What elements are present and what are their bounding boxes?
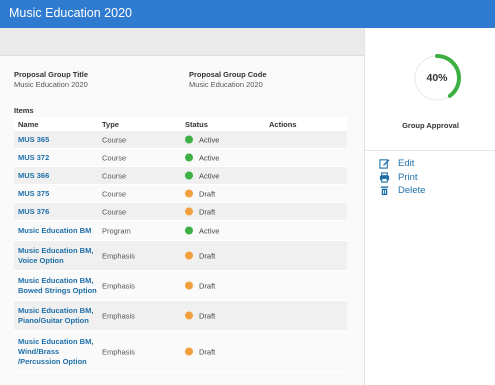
table-row: Music Education BM, Piano/Guitar Option E… [14, 301, 347, 331]
status-text: Draft [199, 281, 216, 290]
table-row: MUS 372 Course Active [14, 149, 347, 167]
divider [365, 150, 495, 151]
item-status: Active [185, 135, 219, 144]
status-dot-icon [185, 153, 193, 162]
table-row: Music Education BM, Wind/Brass /Percussi… [14, 331, 347, 373]
item-status: Active [185, 226, 219, 235]
status-dot-icon [185, 135, 193, 144]
status-text: Draft [199, 347, 216, 356]
approval-label: Group Approval [402, 121, 459, 130]
table-body: MUS 365 Course Active MUS 372 Course Active MU… [14, 131, 347, 373]
item-status: Draft [185, 311, 215, 320]
print-button[interactable]: Print [379, 172, 418, 183]
status-text: Active [199, 153, 220, 162]
table-row: MUS 365 Course Active [14, 131, 347, 149]
table-row: Music Education BM Program Active [14, 221, 347, 241]
status-dot-icon [185, 347, 193, 356]
status-text: Draft [199, 189, 216, 198]
table-row: MUS 376 Course Draft [14, 203, 347, 221]
item-name-link[interactable]: Music Education BM, Bowed Strings Option [18, 276, 98, 296]
table-row: MUS 375 Course Draft [14, 185, 347, 203]
item-name-link[interactable]: MUS 372 [18, 153, 98, 163]
item-name-link[interactable]: Music Education BM [18, 226, 98, 236]
status-dot-icon [185, 207, 193, 216]
item-status: Draft [185, 347, 215, 356]
item-name-link[interactable]: MUS 375 [18, 189, 98, 199]
status-text: Active [199, 226, 220, 235]
side-panel: 40% Group Approval Edit Print Delete [364, 28, 495, 385]
status-dot-icon [185, 251, 193, 260]
column-header-type: Type [102, 120, 119, 129]
status-dot-icon [185, 226, 193, 235]
item-type: Emphasis [102, 311, 135, 320]
item-type: Course [102, 171, 127, 180]
status-text: Draft [199, 311, 216, 320]
print-label: Print [398, 172, 418, 183]
item-status: Active [185, 153, 219, 162]
group-code-value: Music Education 2020 [189, 80, 263, 89]
item-name-link[interactable]: MUS 366 [18, 171, 98, 181]
item-name-link[interactable]: MUS 365 [18, 135, 98, 145]
delete-label: Delete [398, 185, 426, 196]
table-row: Music Education BM, Bowed Strings Option… [14, 271, 347, 301]
group-title-value: Music Education 2020 [14, 80, 88, 89]
item-type: Course [102, 189, 127, 198]
item-type: Course [102, 207, 127, 216]
item-name-link[interactable]: Music Education BM, Wind/Brass /Percussi… [18, 337, 98, 367]
status-text: Active [199, 171, 220, 180]
table-row: MUS 366 Course Active [14, 167, 347, 185]
group-title-label: Proposal Group Title [14, 70, 89, 79]
status-dot-icon [185, 171, 193, 180]
item-type: Course [102, 153, 127, 162]
item-name-link[interactable]: MUS 376 [18, 207, 98, 217]
column-header-name: Name [18, 120, 39, 129]
main-panel: Proposal Group Title Music Education 202… [0, 56, 364, 385]
status-text: Active [199, 135, 220, 144]
items-table: Name Type Status Actions MUS 365 Course Ac… [14, 117, 347, 373]
column-header-status: Status [185, 120, 208, 129]
edit-label: Edit [398, 158, 415, 169]
status-text: Draft [199, 207, 216, 216]
item-status: Draft [185, 281, 215, 290]
item-type: Emphasis [102, 251, 135, 260]
app-title: Music Education 2020 [9, 6, 132, 20]
group-code-label: Proposal Group Code [189, 70, 267, 79]
column-header-actions: Actions [269, 120, 297, 129]
item-status: Draft [185, 189, 215, 198]
item-name-link[interactable]: Music Education BM, Voice Option [18, 246, 98, 266]
top-bar: Music Education 2020 [0, 0, 495, 28]
status-dot-icon [185, 281, 193, 290]
delete-button[interactable]: Delete [379, 185, 425, 196]
item-type: Emphasis [102, 347, 135, 356]
status-text: Draft [199, 251, 216, 260]
item-type: Course [102, 135, 127, 144]
item-status: Draft [185, 251, 215, 260]
edit-icon [379, 159, 390, 169]
item-status: Active [185, 171, 219, 180]
trash-icon [380, 186, 389, 196]
item-name-link[interactable]: Music Education BM, Piano/Guitar Option [18, 306, 98, 326]
status-dot-icon [185, 189, 193, 198]
edit-button[interactable]: Edit [379, 158, 414, 169]
table-header: Name Type Status Actions [14, 117, 347, 131]
item-type: Program [102, 226, 131, 235]
printer-icon [379, 172, 390, 183]
item-type: Emphasis [102, 281, 135, 290]
item-status: Draft [185, 207, 215, 216]
items-label: Items [14, 106, 34, 115]
status-dot-icon [185, 311, 193, 320]
table-row: Music Education BM, Voice Option Emphasis… [14, 241, 347, 271]
sub-toolbar [0, 28, 364, 56]
approval-percent: 40% [426, 72, 448, 84]
